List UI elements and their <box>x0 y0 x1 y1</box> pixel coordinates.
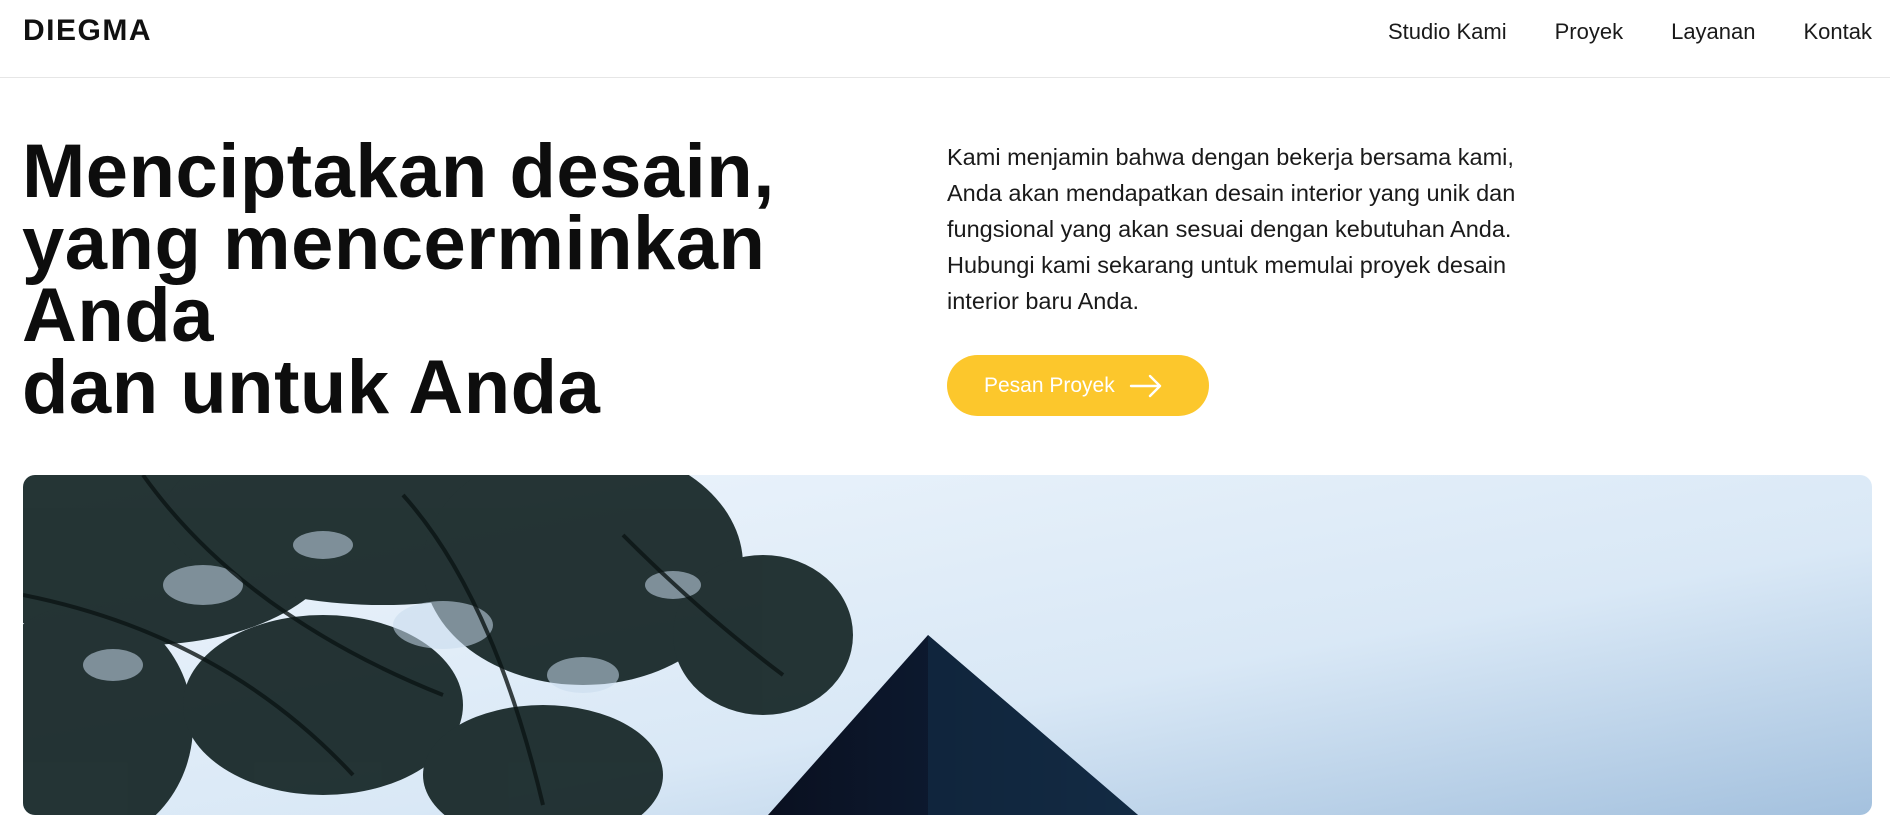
nav-item-layanan[interactable]: Layanan <box>1671 19 1755 45</box>
headline-line: dan untuk Anda <box>22 345 601 430</box>
hero-image <box>23 475 1872 815</box>
hero-description: Kami menjamin bahwa dengan bekerja bersa… <box>947 139 1647 319</box>
arrow-right-icon <box>1129 374 1161 397</box>
headline-line: Menciptakan desain, <box>22 129 775 214</box>
description-line: Hubungi kami sekarang untuk memulai proy… <box>947 252 1507 278</box>
headline-line: yang mencerminkan <box>22 201 766 286</box>
description-line: Kami menjamin bahwa dengan bekerja bersa… <box>947 144 1514 170</box>
nav-item-studio-kami[interactable]: Studio Kami <box>1388 19 1507 45</box>
site-header: DIEGMA Studio Kami Proyek Layanan Kontak <box>0 0 1890 78</box>
architecture-photo <box>23 475 1872 815</box>
nav-item-kontak[interactable]: Kontak <box>1804 19 1873 45</box>
main-nav: Studio Kami Proyek Layanan Kontak <box>1388 19 1872 45</box>
headline-line: Anda <box>22 273 214 358</box>
description-line: Anda akan mendapatkan desain interior ya… <box>947 180 1516 206</box>
description-line: interior baru Anda. <box>947 288 1140 314</box>
order-project-button[interactable]: Pesan Proyek <box>947 355 1209 416</box>
description-line: fungsional yang akan sesuai dengan kebut… <box>947 216 1512 242</box>
hero-headline: Menciptakan desain, yang mencerminkan An… <box>22 129 902 430</box>
nav-item-proyek[interactable]: Proyek <box>1555 19 1623 45</box>
cta-label: Pesan Proyek <box>984 373 1115 397</box>
brand-logo[interactable]: DIEGMA <box>23 14 152 48</box>
